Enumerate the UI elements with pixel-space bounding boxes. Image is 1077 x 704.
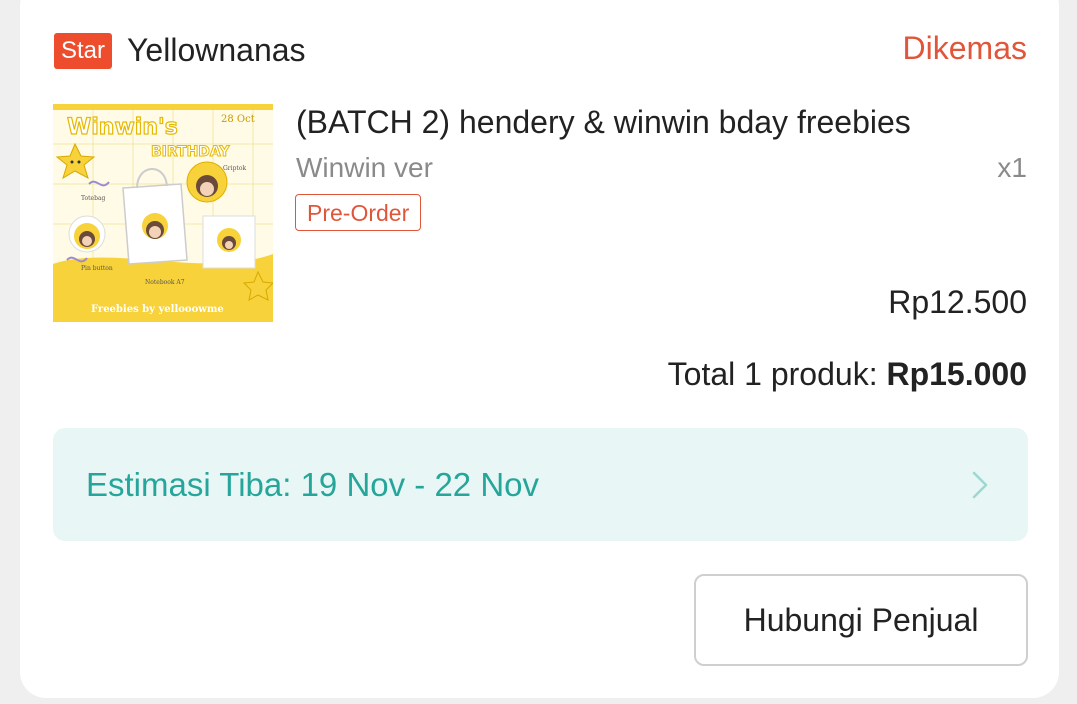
- image-title: Winwin's: [67, 115, 178, 140]
- image-label-totebag: Totebag: [81, 195, 106, 202]
- image-subtitle: BIRTHDAY: [151, 144, 230, 160]
- order-total: Total 1 produk: Rp15.000: [668, 356, 1027, 393]
- order-status: Dikemas: [902, 30, 1027, 66]
- star-seller-badge: Star: [54, 32, 113, 69]
- contact-seller-button[interactable]: Hubungi Penjual: [694, 574, 1028, 666]
- shop-name[interactable]: Yellownanas: [127, 32, 306, 69]
- product-price: Rp12.500: [888, 284, 1027, 320]
- delivery-estimate-text: Estimasi Tiba: 19 Nov - 22 Nov: [86, 466, 540, 503]
- delivery-estimate-row[interactable]: Estimasi Tiba: 19 Nov - 22 Nov: [53, 428, 1028, 541]
- total-amount: Rp15.000: [886, 356, 1027, 392]
- image-date: 28 Oct: [221, 114, 255, 125]
- total-label: Total 1 produk:: [667, 356, 887, 392]
- shop-header[interactable]: Star Yellownanas: [54, 32, 306, 69]
- preorder-tag: Pre-Order: [295, 194, 422, 231]
- image-label-pin: Pin button: [81, 265, 113, 272]
- product-quantity: x1: [997, 152, 1027, 183]
- product-image: Winwin's BIRTHDAY 28 Oct Griptok Totebag…: [53, 104, 273, 322]
- product-thumbnail[interactable]: Winwin's BIRTHDAY 28 Oct Griptok Totebag…: [53, 104, 273, 322]
- product-title[interactable]: (BATCH 2) hendery & winwin bday freebies: [296, 104, 911, 141]
- product-variant: Winwin ver: [296, 152, 433, 183]
- image-footer: Freebies by yellooowme: [91, 304, 224, 315]
- image-label-notebook: Notebook A7: [145, 279, 185, 286]
- image-label-griptok: Griptok: [223, 165, 246, 172]
- chevron-right-icon: [972, 471, 988, 499]
